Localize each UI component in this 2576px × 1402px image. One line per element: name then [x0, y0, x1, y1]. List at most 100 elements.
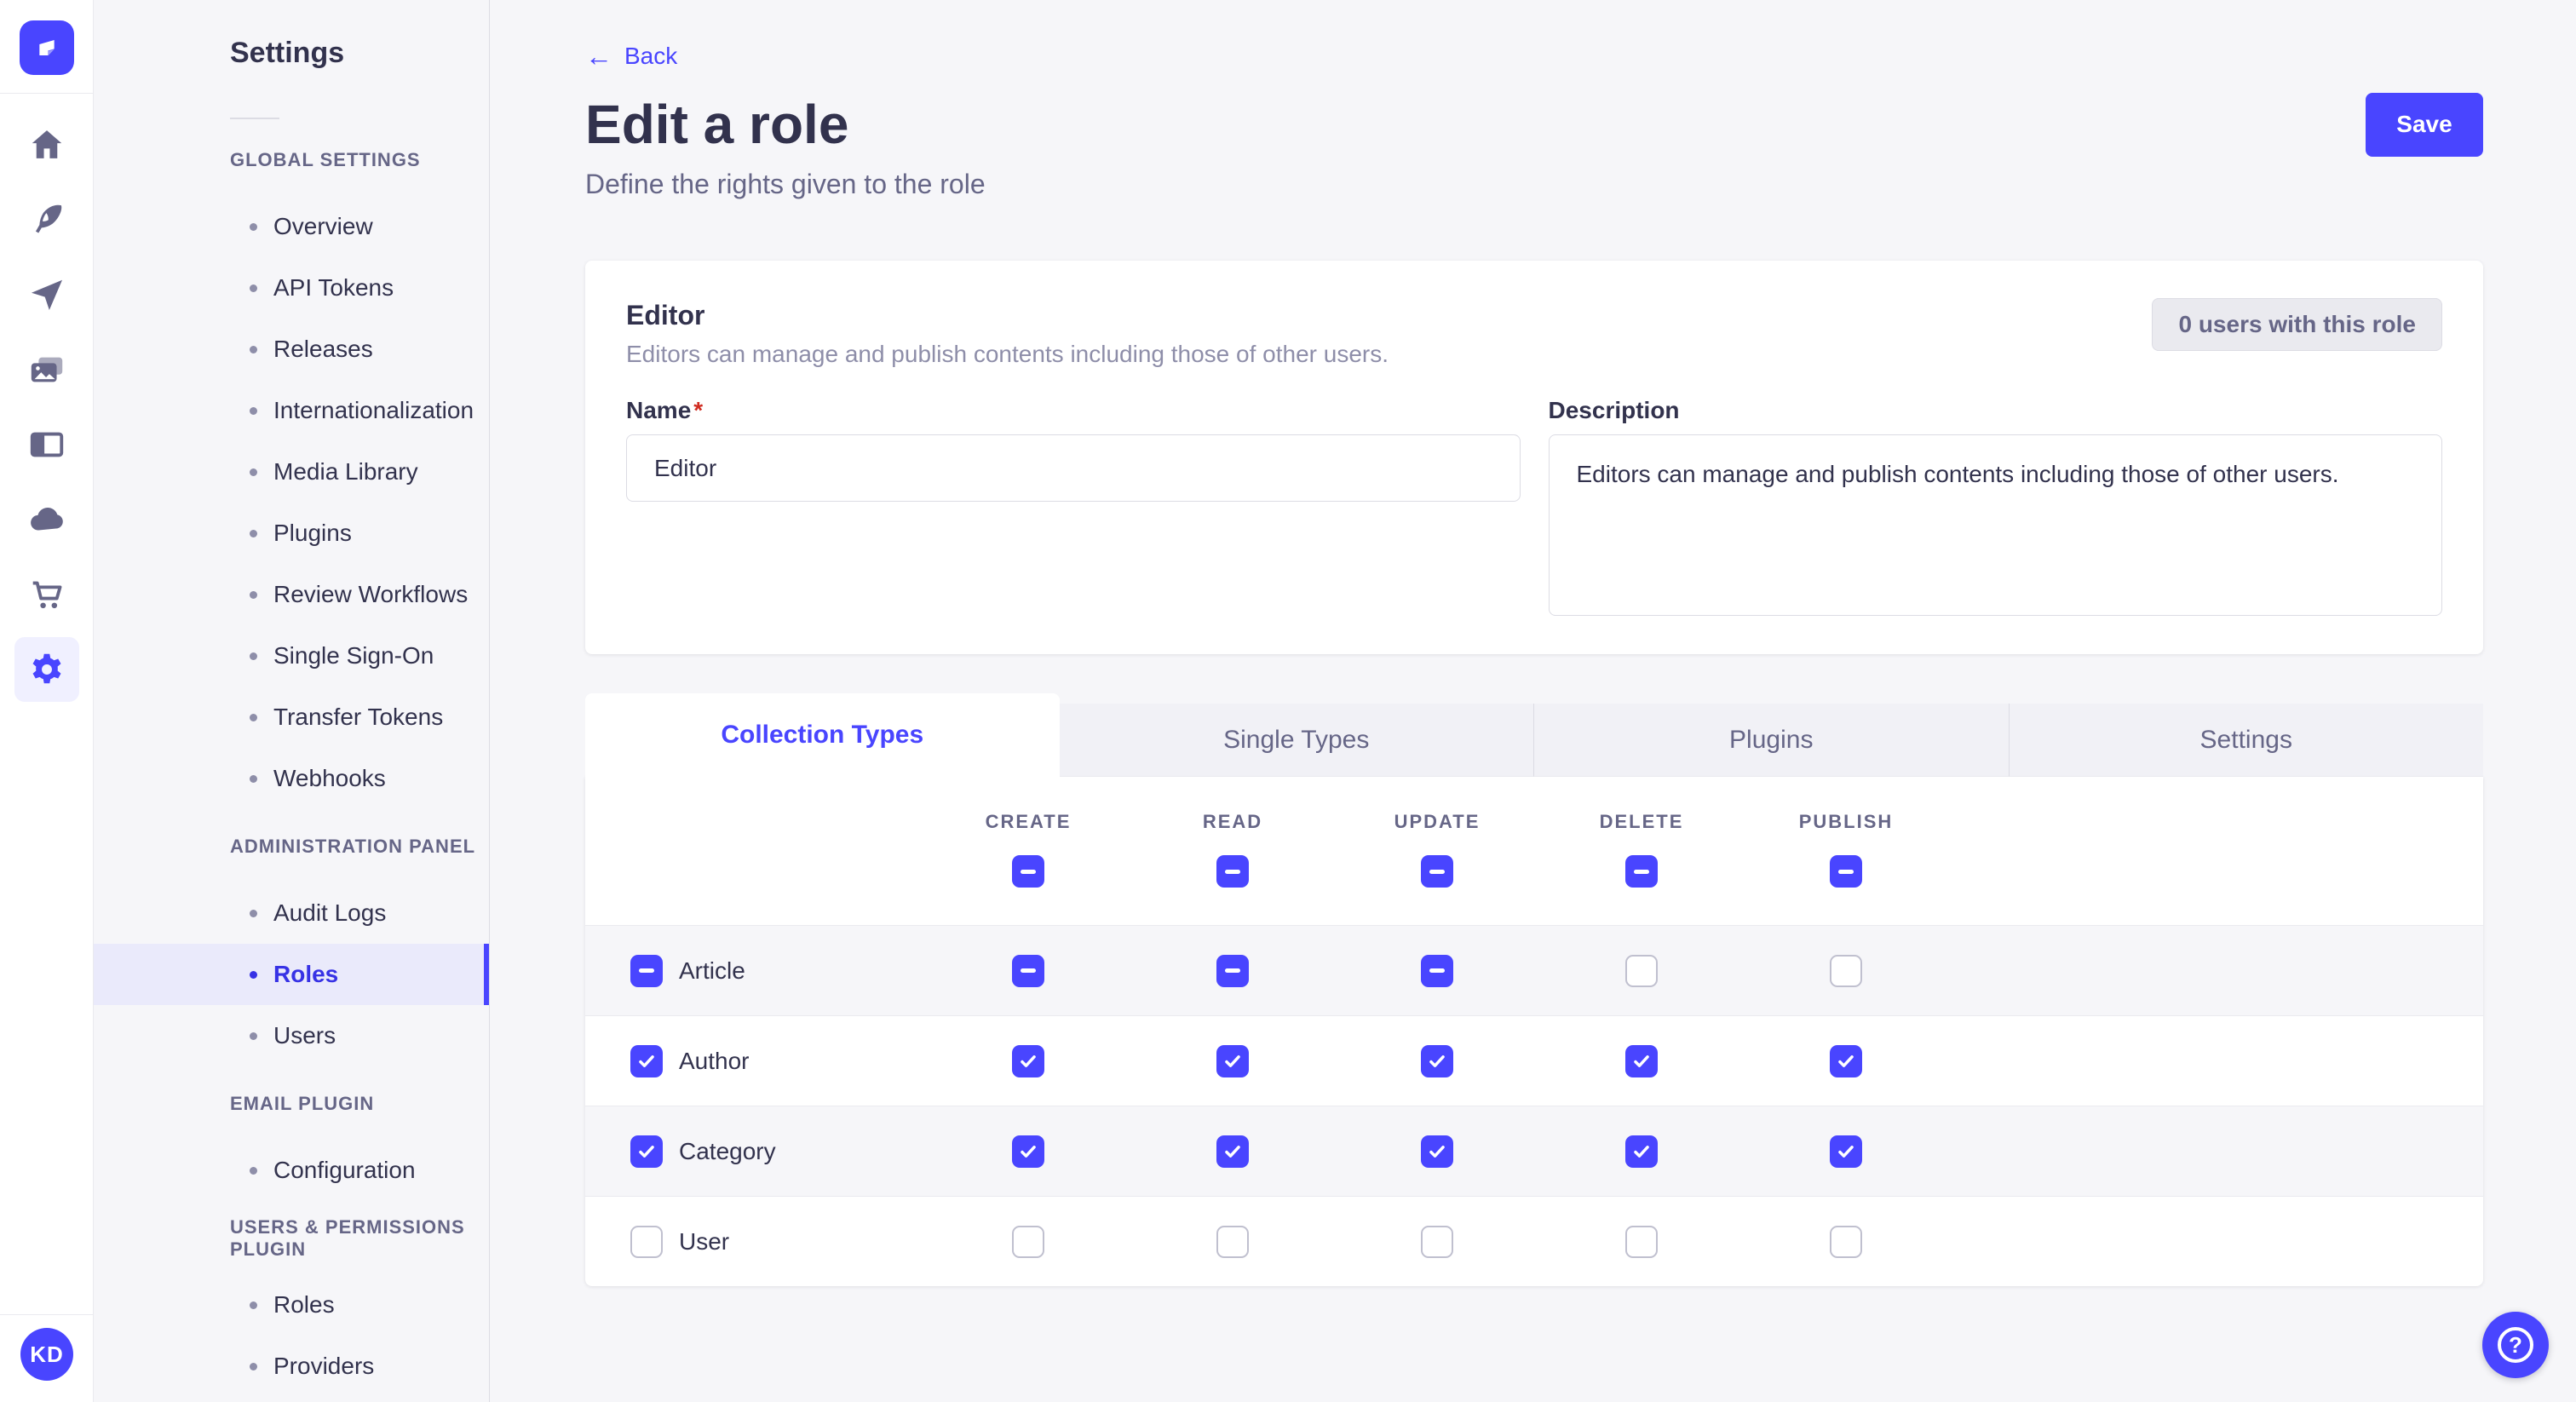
rail-bottom-divider	[0, 1314, 93, 1315]
sidebar-item-users[interactable]: Users	[94, 1005, 489, 1066]
sidebar-title-rule	[230, 118, 279, 119]
bullet-icon	[250, 1032, 257, 1040]
column-header-read: READ	[1130, 811, 1335, 833]
permission-checkbox-delete[interactable]	[1625, 955, 1658, 987]
permissions-tabs: Collection TypesSingle Types Plugins Setti…	[585, 693, 2483, 777]
row-label: Category	[679, 1138, 776, 1165]
row-select-checkbox[interactable]	[630, 955, 663, 987]
strapi-logo[interactable]	[20, 20, 74, 75]
permission-checkbox-delete[interactable]	[1625, 1135, 1658, 1168]
permission-checkbox-create[interactable]	[1012, 1226, 1044, 1258]
row-select-checkbox[interactable]	[630, 1045, 663, 1077]
bullet-icon	[250, 910, 257, 917]
settings-gear-icon[interactable]	[14, 637, 79, 702]
sidebar-item-transfer-tokens[interactable]: Transfer Tokens	[94, 687, 489, 748]
permission-checkbox-publish[interactable]	[1830, 1135, 1862, 1168]
select-all-create-checkbox[interactable]	[1012, 855, 1044, 888]
permission-checkbox-delete[interactable]	[1625, 1045, 1658, 1077]
select-all-delete-checkbox[interactable]	[1625, 855, 1658, 888]
help-button[interactable]: ?	[2482, 1312, 2549, 1378]
description-field-label: Description	[1549, 397, 2443, 424]
row-select-checkbox[interactable]	[630, 1135, 663, 1168]
cloud-icon[interactable]	[14, 487, 79, 552]
permissions-section: Collection TypesSingle Types Plugins Setti…	[585, 693, 2483, 1286]
row-select-checkbox[interactable]	[630, 1226, 663, 1258]
sidebar-item-label: Roles	[273, 1291, 335, 1319]
tab-collection-types[interactable]: Collection Types	[585, 693, 1060, 777]
content-feather-icon[interactable]	[14, 187, 79, 252]
sidebar-item-roles[interactable]: Roles	[94, 1274, 489, 1336]
sidebar-item-label: Overview	[273, 213, 373, 240]
permission-checkbox-delete[interactable]	[1625, 1226, 1658, 1258]
permission-checkbox-update[interactable]	[1421, 1135, 1453, 1168]
tab-settings[interactable]: Settings	[2009, 704, 2484, 777]
settings-nav-sections: GLOBAL SETTINGSOverviewAPI TokensRelease…	[94, 141, 489, 1397]
sidebar-item-label: Webhooks	[273, 765, 386, 792]
sidebar-item-label: API Tokens	[273, 274, 394, 302]
nav-section-users-permissions-plugin: USERS & PERMISSIONS PLUGIN Roles Providers	[94, 1220, 489, 1397]
permission-checkbox-publish[interactable]	[1830, 1226, 1862, 1258]
permission-checkbox-read[interactable]	[1216, 1226, 1249, 1258]
sidebar-item-roles[interactable]: Roles	[94, 944, 489, 1005]
nav-section-global-settings: GLOBAL SETTINGSOverviewAPI TokensRelease…	[94, 141, 489, 809]
permission-checkbox-create[interactable]	[1012, 1045, 1044, 1077]
media-library-icon[interactable]	[14, 337, 79, 402]
permission-checkbox-read[interactable]	[1216, 1135, 1249, 1168]
permission-checkbox-publish[interactable]	[1830, 955, 1862, 987]
sidebar-item-api-tokens[interactable]: API Tokens	[94, 257, 489, 319]
permission-row-user: User	[585, 1196, 2483, 1286]
description-textarea[interactable]: Editors can manage and publish contents …	[1549, 434, 2443, 616]
sidebar-item-plugins[interactable]: Plugins	[94, 503, 489, 564]
permissions-table: CREATEREADUPDATEDELETEPUBLISH ArticleAut…	[585, 777, 2483, 1286]
column-header-create: CREATE	[926, 811, 1130, 833]
tab-single-types[interactable]: Single Types	[1060, 704, 1534, 777]
select-all-read-checkbox[interactable]	[1216, 855, 1249, 888]
select-all-publish-checkbox[interactable]	[1830, 855, 1862, 888]
permission-row-category: Category	[585, 1106, 2483, 1196]
sidebar-item-review-workflows[interactable]: Review Workflows	[94, 564, 489, 625]
sidebar-item-internationalization[interactable]: Internationalization	[94, 380, 489, 441]
permission-checkbox-create[interactable]	[1012, 1135, 1044, 1168]
sidebar-item-media-library[interactable]: Media Library	[94, 441, 489, 503]
bullet-icon	[250, 468, 257, 476]
send-icon[interactable]	[14, 262, 79, 327]
permission-checkbox-update[interactable]	[1421, 955, 1453, 987]
sidebar-item-configuration[interactable]: Configuration	[94, 1140, 489, 1201]
sidebar-item-label: Providers	[273, 1353, 374, 1380]
sidebar-item-webhooks[interactable]: Webhooks	[94, 748, 489, 809]
name-input[interactable]	[626, 434, 1521, 502]
permission-checkbox-update[interactable]	[1421, 1045, 1453, 1077]
save-button[interactable]: Save	[2366, 93, 2483, 157]
nav-section-label: EMAIL PLUGIN	[230, 1085, 489, 1123]
select-all-update-checkbox[interactable]	[1421, 855, 1453, 888]
sidebar-item-audit-logs[interactable]: Audit Logs	[94, 882, 489, 944]
permission-checkbox-read[interactable]	[1216, 955, 1249, 987]
sidebar-title: Settings	[230, 36, 489, 70]
sidebar-item-overview[interactable]: Overview	[94, 196, 489, 257]
sidebar-item-label: Configuration	[273, 1157, 416, 1184]
permission-checkbox-create[interactable]	[1012, 955, 1044, 987]
permission-checkbox-update[interactable]	[1421, 1226, 1453, 1258]
tab-plugins[interactable]: Plugins	[1533, 704, 2009, 777]
main-content: ← Back Edit a role Save Define the right…	[490, 0, 2576, 1402]
back-arrow-icon: ←	[585, 44, 612, 68]
back-link[interactable]: ← Back	[585, 43, 677, 70]
permission-checkbox-read[interactable]	[1216, 1045, 1249, 1077]
home-icon[interactable]	[14, 112, 79, 177]
marketplace-cart-icon[interactable]	[14, 562, 79, 627]
permission-checkbox-publish[interactable]	[1830, 1045, 1862, 1077]
permissions-select-all-row	[585, 855, 2483, 888]
sidebar-item-single-sign-on[interactable]: Single Sign-On	[94, 625, 489, 687]
sidebar-item-releases[interactable]: Releases	[94, 319, 489, 380]
sidebar-item-label: Releases	[273, 336, 373, 363]
bullet-icon	[250, 1167, 257, 1175]
help-icon: ?	[2498, 1327, 2533, 1363]
sidebar-item-providers[interactable]: Providers	[94, 1336, 489, 1397]
tab-label: Plugins	[1729, 726, 1813, 755]
content-type-builder-icon[interactable]	[14, 412, 79, 477]
nav-section-label: USERS & PERMISSIONS PLUGIN	[230, 1220, 489, 1257]
main-nav-rail: KD	[0, 0, 94, 1402]
avatar[interactable]: KD	[20, 1328, 73, 1381]
bullet-icon	[250, 591, 257, 599]
bullet-icon	[250, 775, 257, 783]
